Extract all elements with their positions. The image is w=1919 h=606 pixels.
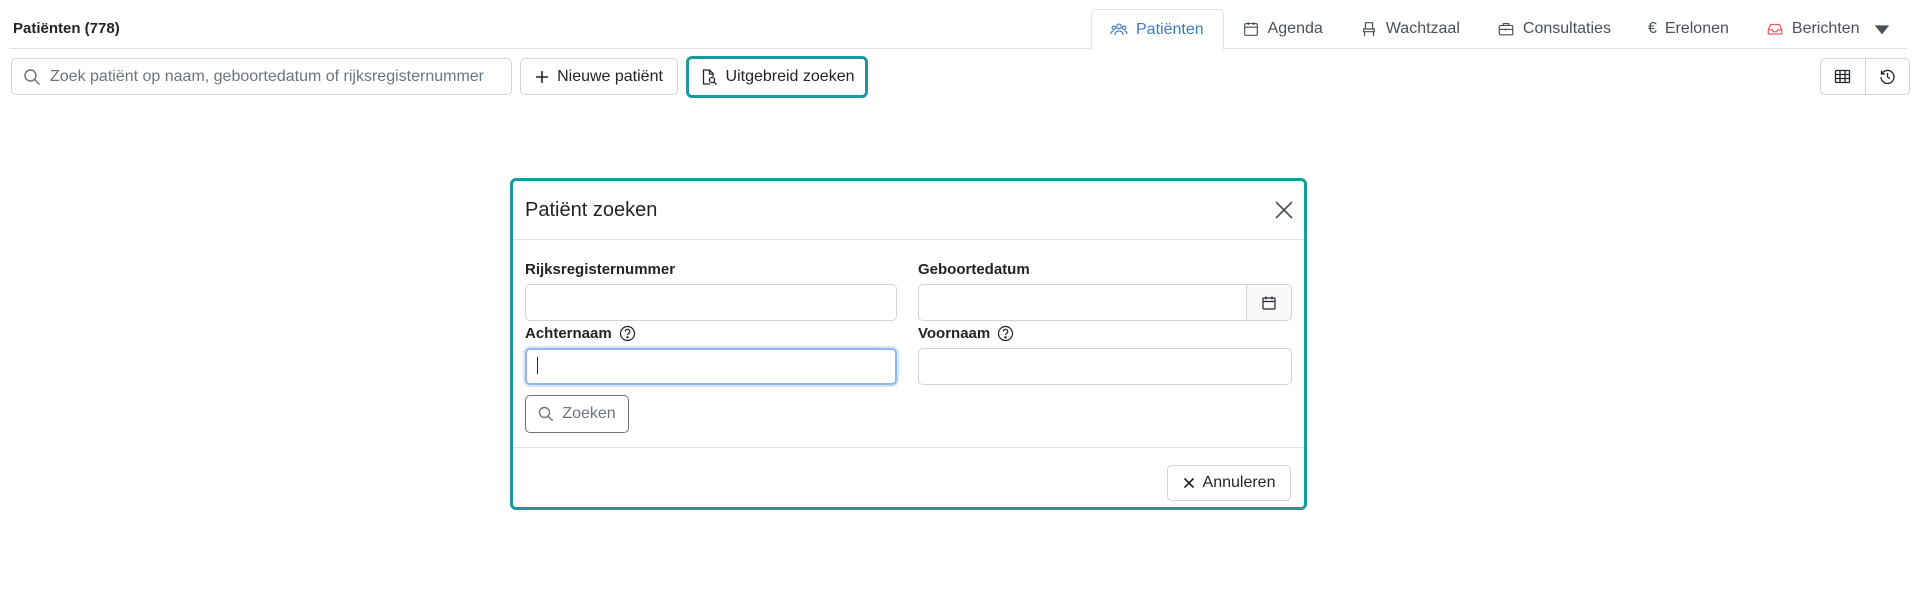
achternaam-field-wrapper (525, 348, 897, 385)
patient-search-box (11, 58, 512, 95)
close-icon (1183, 477, 1195, 489)
main-nav-tabs: Patiënten Agenda Wachtzaal Consultaties … (1091, 9, 1911, 50)
rijksregister-field[interactable] (525, 284, 897, 321)
advanced-search-label: Uitgebreid zoeken (725, 68, 855, 85)
tab-label: Consultaties (1522, 20, 1611, 37)
close-icon[interactable] (1273, 199, 1295, 221)
new-patient-label: Nieuwe patiënt (557, 67, 663, 85)
geboortedatum-field[interactable] (919, 285, 1246, 320)
tab-label: Wachtzaal (1385, 20, 1460, 37)
modal-title: Patiënt zoeken (525, 199, 658, 221)
view-toggle-group (1820, 58, 1910, 95)
achternaam-field[interactable] (525, 348, 897, 385)
voornaam-label-text: Voornaam (918, 325, 991, 342)
new-patient-button[interactable]: Nieuwe patiënt (520, 58, 678, 95)
tab-wachtzaal[interactable]: Wachtzaal (1342, 9, 1479, 49)
modal-footer-divider (513, 447, 1304, 448)
chevron-down-icon (1873, 20, 1891, 38)
cancel-label: Annuleren (1202, 474, 1276, 491)
zoeken-label: Zoeken (562, 405, 616, 422)
voornaam-label: Voornaam (918, 325, 1014, 342)
table-view-button[interactable] (1821, 59, 1865, 94)
cancel-button[interactable]: Annuleren (1167, 465, 1291, 501)
people-icon (1110, 21, 1128, 39)
modal-header-divider (513, 239, 1304, 240)
tab-berichten[interactable]: Berichten (1748, 9, 1911, 49)
document-search-icon (700, 68, 718, 86)
geboortedatum-field-group (918, 284, 1292, 321)
table-icon (1834, 68, 1851, 85)
achternaam-label-text: Achternaam (525, 325, 612, 342)
inbox-icon (1766, 20, 1784, 38)
search-icon (538, 406, 554, 422)
zoeken-button[interactable]: Zoeken (525, 395, 629, 433)
calendar-icon (1261, 295, 1277, 311)
tab-label: Berichten (1791, 20, 1860, 37)
tab-patienten[interactable]: Patiënten (1091, 9, 1224, 50)
history-icon (1879, 68, 1896, 85)
voornaam-field[interactable] (918, 348, 1292, 385)
rijksregister-label-text: Rijksregisternummer (525, 261, 676, 278)
datepicker-button[interactable] (1246, 285, 1291, 320)
plus-icon (535, 70, 549, 84)
geboortedatum-label-text: Geboortedatum (918, 261, 1030, 278)
page-title: Patiënten (778) (13, 20, 120, 37)
chair-icon (1360, 20, 1378, 38)
tab-label: Agenda (1267, 20, 1323, 37)
advanced-search-button[interactable]: Uitgebreid zoeken (686, 56, 868, 98)
patient-search-modal: Patiënt zoeken Rijksregisternummer Geboo… (510, 178, 1307, 510)
history-button[interactable] (1864, 59, 1910, 94)
tab-erelonen[interactable]: € Erelonen (1630, 9, 1748, 49)
euro-icon: € (1647, 20, 1657, 37)
search-icon (23, 68, 41, 86)
tab-consultaties[interactable]: Consultaties (1479, 9, 1630, 49)
achternaam-label: Achternaam (525, 325, 636, 342)
patient-search-input[interactable] (50, 67, 500, 86)
rijksregister-label: Rijksregisternummer (525, 261, 675, 278)
geboortedatum-label: Geboortedatum (918, 261, 1030, 278)
tab-label: Erelonen (1664, 20, 1729, 37)
tab-label: Patiënten (1136, 20, 1204, 38)
help-icon[interactable] (997, 325, 1014, 342)
calendar-icon (1242, 20, 1260, 38)
briefcase-icon (1497, 20, 1515, 38)
text-cursor (537, 357, 538, 374)
help-icon[interactable] (619, 325, 636, 342)
tab-agenda[interactable]: Agenda (1224, 9, 1342, 49)
